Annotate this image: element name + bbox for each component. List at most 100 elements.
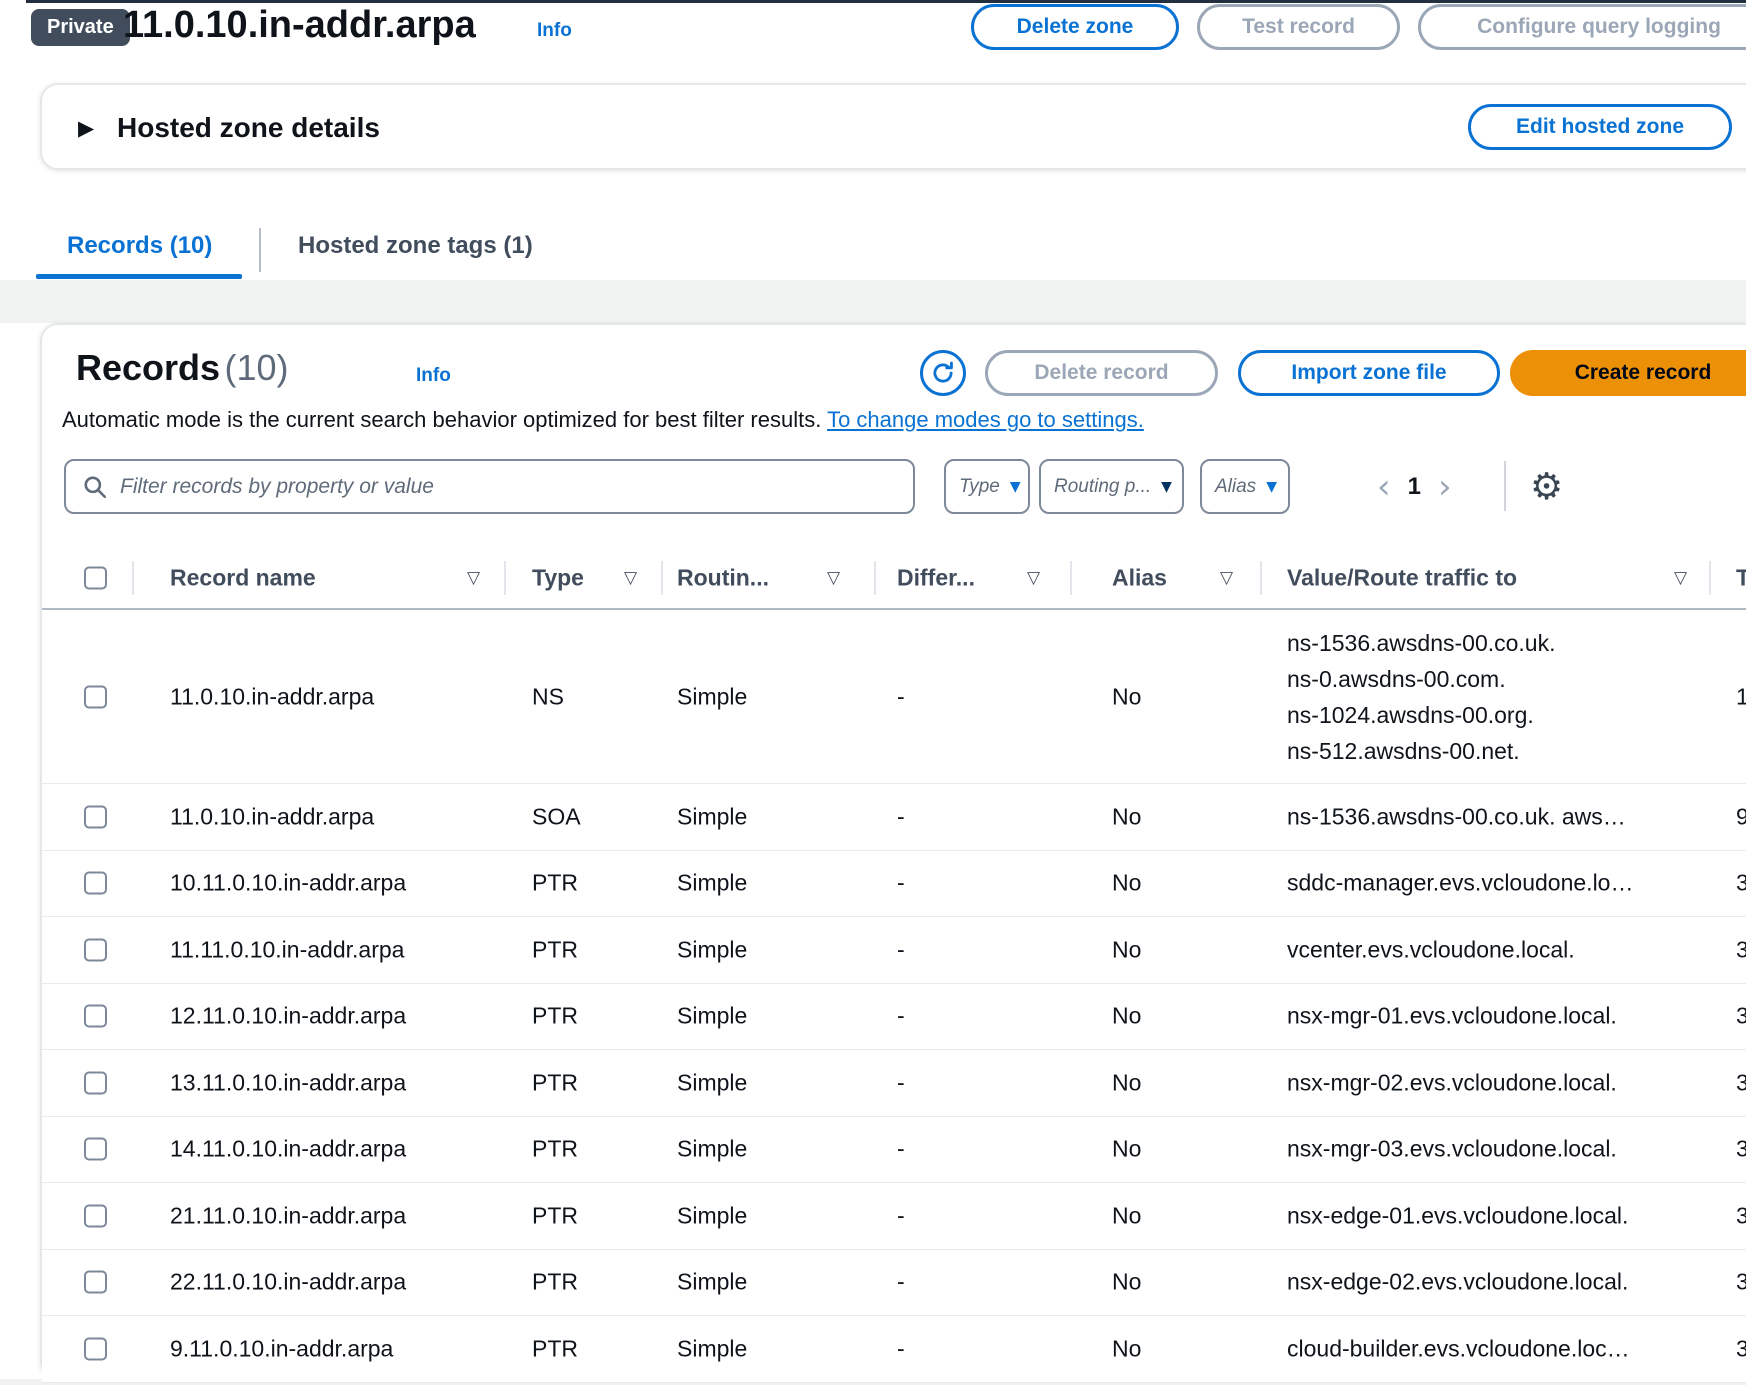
row-checkbox[interactable] [84, 1337, 107, 1360]
records-info-link[interactable]: Info [416, 365, 451, 387]
page-title-info-link[interactable]: Info [537, 20, 572, 42]
cell-differentiator: - [897, 1335, 905, 1362]
cell-type: PTR [532, 1003, 578, 1030]
cell-type: PTR [532, 1335, 578, 1362]
cell-alias: No [1112, 683, 1141, 710]
records-heading-text: Records [76, 347, 220, 388]
table-row[interactable]: 10.11.0.10.in-addr.arpa PTR Simple - No … [42, 851, 1746, 918]
import-zone-file-button[interactable]: Import zone file [1238, 350, 1500, 396]
column-header-routing[interactable]: Routin... [677, 564, 769, 591]
search-icon [82, 474, 108, 500]
sort-icon[interactable]: ▽ [624, 568, 637, 588]
cell-ttl: 3 [1736, 1202, 1746, 1229]
routing-policy-filter-dropdown[interactable]: Routing p... ▼ [1039, 459, 1184, 514]
row-checkbox[interactable] [84, 1271, 107, 1294]
table-row[interactable]: 21.11.0.10.in-addr.arpa PTR Simple - No … [42, 1183, 1746, 1250]
column-header-ttl[interactable]: T [1736, 564, 1746, 591]
cell-ttl: 3 [1736, 870, 1746, 897]
cell-type: PTR [532, 1269, 578, 1296]
refresh-icon [930, 360, 956, 386]
row-checkbox[interactable] [84, 685, 107, 708]
column-header-type[interactable]: Type [532, 564, 584, 591]
cell-type: PTR [532, 1202, 578, 1229]
table-row[interactable]: 13.11.0.10.in-addr.arpa PTR Simple - No … [42, 1050, 1746, 1117]
cell-type: PTR [532, 1069, 578, 1096]
sort-icon[interactable]: ▽ [467, 568, 480, 588]
cell-routing: Simple [677, 1136, 747, 1163]
cell-ttl: 3 [1736, 1269, 1746, 1296]
create-record-button[interactable]: Create record [1510, 350, 1746, 396]
next-page-icon[interactable]: › [1438, 470, 1452, 504]
sort-icon[interactable]: ▽ [1220, 568, 1233, 588]
table-row[interactable]: 14.11.0.10.in-addr.arpa PTR Simple - No … [42, 1117, 1746, 1184]
refresh-button[interactable] [920, 350, 966, 396]
current-page-number[interactable]: 1 [1391, 473, 1438, 501]
column-divider [874, 561, 876, 595]
cell-value: cloud-builder.evs.vcloudone.loc… [1287, 1335, 1630, 1362]
column-divider [504, 561, 506, 595]
row-checkbox[interactable] [84, 938, 107, 961]
delete-record-button[interactable]: Delete record [985, 350, 1218, 396]
chevron-down-icon: ▼ [1161, 479, 1172, 495]
cell-differentiator: - [897, 870, 905, 897]
row-checkbox[interactable] [84, 1138, 107, 1161]
table-row[interactable]: 11.0.10.in-addr.arpa SOA Simple - No ns-… [42, 784, 1746, 851]
expander-triangle-icon[interactable]: ▶ [78, 116, 94, 140]
records-heading: Records (10) [76, 347, 289, 389]
alias-filter-dropdown[interactable]: Alias ▼ [1200, 459, 1290, 514]
cell-record-name: 12.11.0.10.in-addr.arpa [170, 1003, 406, 1030]
column-header-differentiator[interactable]: Differ... [897, 564, 975, 591]
table-row[interactable]: 11.0.10.in-addr.arpa NS Simple - No ns-1… [42, 610, 1746, 784]
select-all-checkbox[interactable] [84, 567, 107, 590]
cell-type: PTR [532, 936, 578, 963]
filter-records-input[interactable] [120, 475, 897, 499]
sort-icon[interactable]: ▽ [1674, 568, 1687, 588]
column-header-value[interactable]: Value/Route traffic to [1287, 564, 1517, 591]
row-checkbox[interactable] [84, 1071, 107, 1094]
cell-alias: No [1112, 936, 1141, 963]
cell-alias: No [1112, 1069, 1141, 1096]
test-record-button[interactable]: Test record [1197, 4, 1400, 50]
column-header-record-name[interactable]: Record name [170, 564, 316, 591]
type-filter-dropdown[interactable]: Type ▼ [944, 459, 1030, 514]
previous-page-icon[interactable]: ‹ [1377, 470, 1391, 504]
table-row[interactable]: 22.11.0.10.in-addr.arpa PTR Simple - No … [42, 1250, 1746, 1317]
table-row[interactable]: 11.11.0.10.in-addr.arpa PTR Simple - No … [42, 917, 1746, 984]
column-divider [1070, 561, 1072, 595]
filter-search-box [64, 459, 915, 514]
cell-routing: Simple [677, 1202, 747, 1229]
chevron-down-icon: ▼ [1266, 479, 1277, 495]
tab-hosted-zone-tags[interactable]: Hosted zone tags (1) [298, 232, 533, 260]
hosted-zone-details-heading[interactable]: Hosted zone details [117, 112, 380, 144]
edit-hosted-zone-button[interactable]: Edit hosted zone [1468, 104, 1732, 150]
gear-icon[interactable]: ⚙ [1530, 465, 1563, 508]
cell-value: nsx-mgr-01.evs.vcloudone.local. [1287, 1003, 1617, 1030]
pagination: ‹ 1 › [1377, 459, 1452, 514]
cell-alias: No [1112, 1136, 1141, 1163]
value-line: ns-512.awsdns-00.net. [1287, 733, 1556, 769]
row-checkbox[interactable] [84, 805, 107, 828]
tab-records[interactable]: Records (10) [67, 232, 212, 260]
cell-differentiator: - [897, 936, 905, 963]
delete-zone-button[interactable]: Delete zone [971, 4, 1179, 50]
row-checkbox[interactable] [84, 872, 107, 895]
cell-record-name: 11.11.0.10.in-addr.arpa [170, 936, 404, 963]
table-row[interactable]: 9.11.0.10.in-addr.arpa PTR Simple - No c… [42, 1316, 1746, 1383]
cell-value: nsx-edge-02.evs.vcloudone.local. [1287, 1269, 1628, 1296]
cell-ttl: 1 [1736, 683, 1746, 710]
cell-alias: No [1112, 803, 1141, 830]
column-header-alias[interactable]: Alias [1112, 564, 1167, 591]
sort-icon[interactable]: ▽ [827, 568, 840, 588]
configure-query-logging-button[interactable]: Configure query logging [1418, 4, 1746, 50]
table-row[interactable]: 12.11.0.10.in-addr.arpa PTR Simple - No … [42, 984, 1746, 1051]
cell-routing: Simple [677, 1335, 747, 1362]
cell-record-name: 10.11.0.10.in-addr.arpa [170, 870, 406, 897]
search-mode-text: Automatic mode is the current search beh… [62, 407, 821, 432]
cell-record-name: 14.11.0.10.in-addr.arpa [170, 1136, 406, 1163]
change-modes-settings-link[interactable]: To change modes go to settings. [827, 407, 1144, 432]
row-checkbox[interactable] [84, 1005, 107, 1028]
row-checkbox[interactable] [84, 1204, 107, 1227]
sort-icon[interactable]: ▽ [1027, 568, 1040, 588]
hosted-zone-details-card: ▶ Hosted zone details Edit hosted zone [40, 83, 1746, 170]
cell-alias: No [1112, 1269, 1141, 1296]
